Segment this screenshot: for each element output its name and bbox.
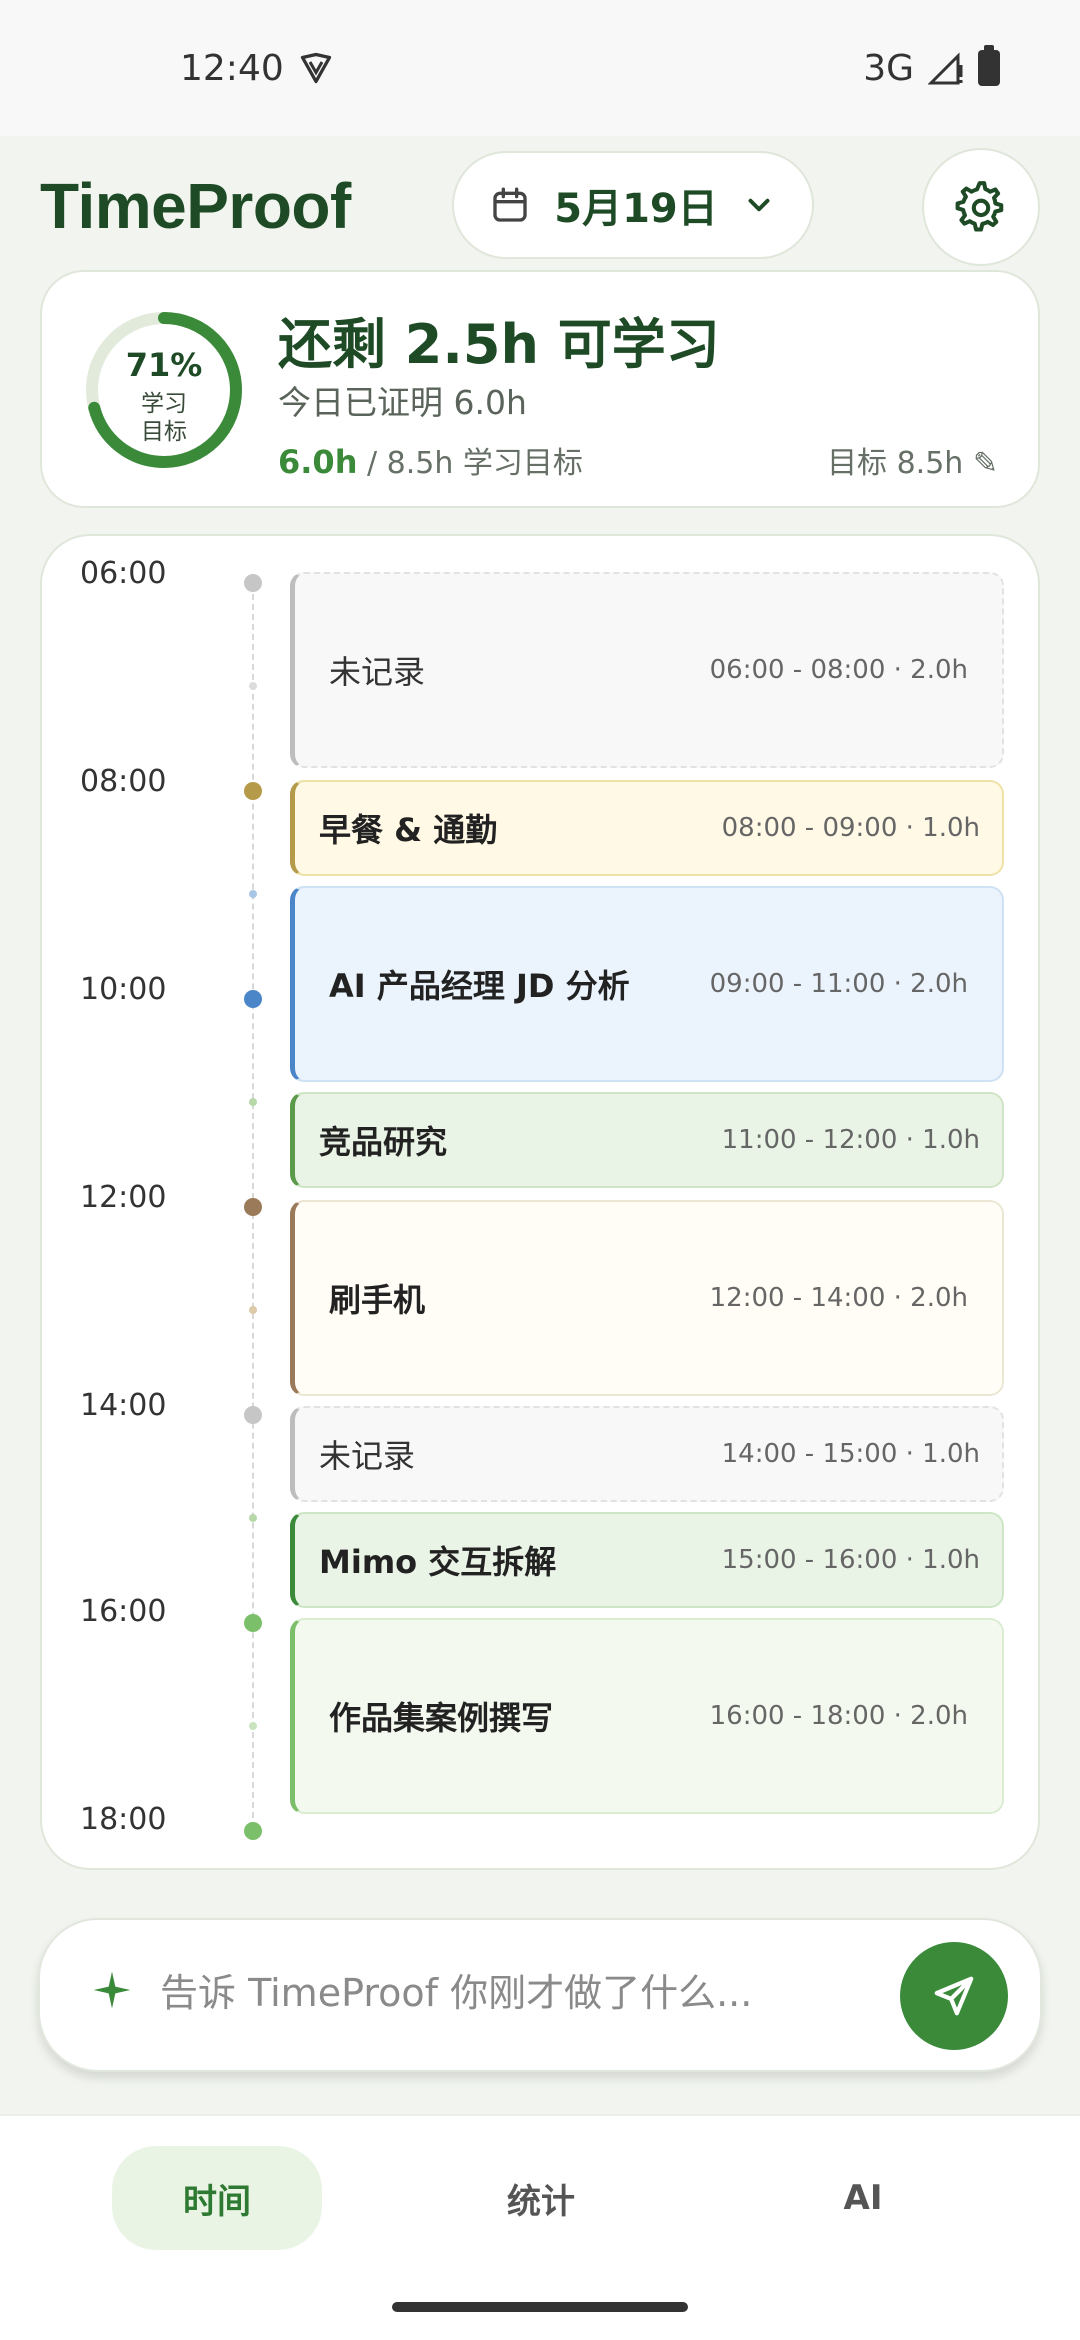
block-name: 作品集案例撰写 — [329, 1699, 554, 1737]
ring-label-line-1: 学习 — [141, 391, 187, 417]
time-block-phone[interactable]: 刷手机 12:00 - 14:00 · 2.0h — [290, 1200, 1004, 1396]
timeline-dot — [244, 1822, 262, 1840]
progress-done: 6.0h — [278, 443, 358, 481]
timeline-dot — [249, 1306, 257, 1314]
time-block-ai-pm-jd[interactable]: AI 产品经理 JD 分析 09:00 - 11:00 · 2.0h — [290, 886, 1004, 1082]
progress-ring-label: 71% 学习 目标 — [82, 308, 246, 472]
calendar-icon — [493, 187, 527, 222]
hour-label: 18:00 — [80, 1802, 167, 1837]
progress-total: / 8.5h 学习目标 — [357, 446, 583, 481]
home-gesture-handle[interactable] — [392, 2302, 688, 2312]
timeline-dot — [244, 1406, 262, 1424]
nav-tab-ai[interactable]: AI — [758, 2146, 968, 2250]
time-block-breakfast-commute[interactable]: 早餐 & 通勤 08:00 - 09:00 · 1.0h — [290, 780, 1004, 876]
app-brand: TimeProof — [40, 170, 351, 242]
app-header: TimeProof 5月19日 — [0, 136, 1080, 276]
block-time: 14:00 - 15:00 · 1.0h — [721, 1439, 980, 1469]
status-left: 12:40 — [180, 48, 334, 89]
time-block-mimo-interaction[interactable]: Mimo 交互拆解 15:00 - 16:00 · 1.0h — [290, 1512, 1004, 1608]
timeline-dot — [244, 574, 262, 592]
block-name: AI 产品经理 JD 分析 — [329, 967, 630, 1005]
hour-label: 16:00 — [80, 1594, 167, 1629]
summary-subtitle: 今日已证明 6.0h — [278, 383, 527, 422]
network-type: 3G — [863, 47, 914, 89]
battery-icon — [978, 45, 1000, 86]
activity-input-bar — [38, 1918, 1042, 2072]
send-icon — [934, 1976, 974, 2016]
time-block-unrecorded[interactable]: 未记录 06:00 - 08:00 · 2.0h — [290, 572, 1004, 768]
vpn-icon — [300, 52, 331, 84]
summary-progress: 6.0h / 8.5h 学习目标 — [278, 438, 583, 482]
gear-icon — [955, 181, 1004, 232]
block-name: 未记录 — [319, 1437, 416, 1475]
sparkle-icon — [93, 1971, 131, 2009]
send-button[interactable] — [900, 1942, 1008, 2050]
bottom-nav: 时间 统计 AI — [0, 2114, 1080, 2274]
block-time: 15:00 - 16:00 · 1.0h — [721, 1545, 980, 1575]
study-summary-card: 71% 学习 目标 还剩 2.5h 可学习 今日已证明 6.0h 6.0h / … — [40, 270, 1040, 508]
timeline-dot — [244, 990, 262, 1008]
date-label: 5月19日 — [554, 186, 718, 232]
block-name: 刷手机 — [329, 1281, 426, 1319]
block-time: 12:00 - 14:00 · 2.0h — [709, 1283, 968, 1313]
status-time: 12:40 — [180, 47, 284, 89]
status-bar: 12:40 3G — [0, 0, 1080, 136]
hour-label: 08:00 — [80, 764, 167, 799]
timeline-card: 06:00 08:00 10:00 12:00 14:00 16:00 18:0… — [40, 534, 1040, 1870]
timeline-dot — [244, 782, 262, 800]
summary-title: 还剩 2.5h 可学习 — [278, 313, 720, 376]
ring-sub-label: 学习 目标 — [82, 390, 246, 446]
timeline-dot — [249, 682, 257, 690]
hour-label: 06:00 — [80, 556, 167, 591]
nav-tab-stats[interactable]: 统计 — [436, 2146, 646, 2250]
chevron-down-icon — [748, 198, 770, 212]
activity-input[interactable] — [160, 1958, 780, 2028]
timeline-dot — [249, 1722, 257, 1730]
block-name: 早餐 & 通勤 — [319, 811, 498, 849]
block-time: 11:00 - 12:00 · 1.0h — [721, 1125, 980, 1155]
block-name: 未记录 — [329, 653, 426, 691]
signal-icon — [928, 52, 963, 85]
hour-label: 12:00 — [80, 1180, 167, 1215]
ring-label-line-2: 目标 — [141, 419, 187, 445]
hour-label: 10:00 — [80, 972, 167, 1007]
nav-tab-time[interactable]: 时间 — [112, 2146, 322, 2250]
timeline-dot — [244, 1198, 262, 1216]
block-time: 06:00 - 08:00 · 2.0h — [709, 655, 968, 685]
time-block-competitor-research[interactable]: 竞品研究 11:00 - 12:00 · 1.0h — [290, 1092, 1004, 1188]
settings-button[interactable] — [922, 148, 1040, 266]
timeline-dot — [244, 1614, 262, 1632]
timeline-dot — [249, 890, 257, 898]
timeline-dot — [249, 1098, 257, 1106]
time-block-portfolio-writing[interactable]: 作品集案例撰写 16:00 - 18:00 · 2.0h — [290, 1618, 1004, 1814]
ring-percent: 71% — [125, 346, 203, 384]
hour-label: 14:00 — [80, 1388, 167, 1423]
date-picker-button[interactable]: 5月19日 — [452, 151, 814, 259]
block-name: Mimo 交互拆解 — [319, 1543, 557, 1581]
time-block-unrecorded[interactable]: 未记录 14:00 - 15:00 · 1.0h — [290, 1406, 1004, 1502]
edit-goal-button[interactable]: 目标 8.5h ✎ — [827, 438, 998, 482]
block-time: 16:00 - 18:00 · 2.0h — [709, 1701, 968, 1731]
block-name: 竞品研究 — [319, 1123, 448, 1161]
status-right: 3G — [863, 45, 1000, 89]
block-time: 09:00 - 11:00 · 2.0h — [709, 969, 968, 999]
block-time: 08:00 - 09:00 · 1.0h — [721, 813, 980, 843]
timeline-dot — [249, 1514, 257, 1522]
